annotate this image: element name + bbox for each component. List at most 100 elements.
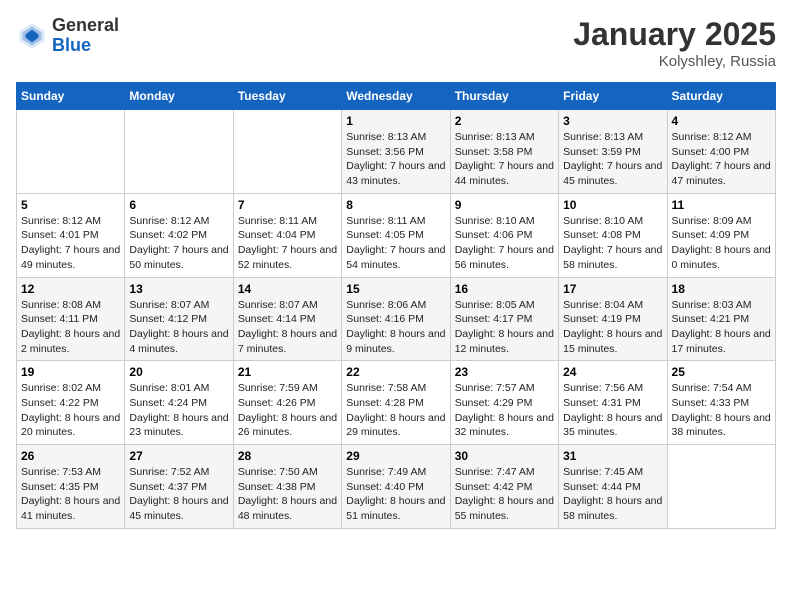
calendar-week-1: 1 Sunrise: 8:13 AM Sunset: 3:56 PM Daylig…: [17, 110, 776, 194]
day-info: Sunrise: 8:12 AM Sunset: 4:02 PM Dayligh…: [129, 214, 228, 273]
calendar-cell: 14Sunrise: 8:07 AM Sunset: 4:14 PM Dayli…: [233, 277, 341, 361]
day-info: Sunrise: 8:13 AM Sunset: 3:58 PM Dayligh…: [455, 130, 554, 189]
day-number: 4: [672, 114, 771, 128]
calendar-cell: 11 Sunrise: 8:09 AM Sunset: 4:09 PM Dayli…: [667, 193, 775, 277]
day-number: 23: [455, 365, 554, 379]
day-number: 21: [238, 365, 337, 379]
day-info: Sunrise: 8:10 AM Sunset: 4:08 PM Dayligh…: [563, 214, 662, 273]
day-number: 18: [672, 282, 771, 296]
day-number: 7: [238, 198, 337, 212]
location: Kolyshley, Russia: [573, 53, 776, 70]
calendar-cell: 25Sunrise: 7:54 AM Sunset: 4:33 PM Dayli…: [667, 361, 775, 445]
calendar-cell: 1 Sunrise: 8:13 AM Sunset: 3:56 PM Daylig…: [342, 110, 450, 194]
calendar-header-friday: Friday: [559, 83, 667, 110]
logo: General Blue: [16, 16, 119, 56]
day-info: Sunrise: 7:54 AM Sunset: 4:33 PM Dayligh…: [672, 381, 771, 440]
day-number: 27: [129, 449, 228, 463]
day-number: 26: [21, 449, 120, 463]
day-info: Sunrise: 8:12 AM Sunset: 4:01 PM Dayligh…: [21, 214, 120, 273]
day-number: 8: [346, 198, 445, 212]
calendar-header-saturday: Saturday: [667, 83, 775, 110]
day-number: 19: [21, 365, 120, 379]
calendar-cell: [667, 445, 775, 529]
calendar-cell: 19 Sunrise: 8:02 AM Sunset: 4:22 PM Dayli…: [17, 361, 125, 445]
calendar-cell: 4Sunrise: 8:12 AM Sunset: 4:00 PM Daylig…: [667, 110, 775, 194]
day-info: Sunrise: 8:09 AM Sunset: 4:09 PM Dayligh…: [672, 214, 771, 273]
day-number: 16: [455, 282, 554, 296]
calendar-cell: 30 Sunrise: 7:47 AM Sunset: 4:42 PM Dayli…: [450, 445, 558, 529]
day-info: Sunrise: 8:08 AM Sunset: 4:11 PM Dayligh…: [21, 298, 120, 357]
day-number: 13: [129, 282, 228, 296]
calendar-cell: 13 Sunrise: 8:07 AM Sunset: 4:12 PM Dayli…: [125, 277, 233, 361]
calendar-cell: 8 Sunrise: 8:11 AM Sunset: 4:05 PM Daylig…: [342, 193, 450, 277]
title-block: January 2025 Kolyshley, Russia: [573, 16, 776, 70]
day-number: 10: [563, 198, 662, 212]
logo-general-text: General: [52, 16, 119, 36]
day-info: Sunrise: 8:04 AM Sunset: 4:19 PM Dayligh…: [563, 298, 662, 357]
day-info: Sunrise: 7:53 AM Sunset: 4:35 PM Dayligh…: [21, 465, 120, 524]
calendar-week-4: 19 Sunrise: 8:02 AM Sunset: 4:22 PM Dayli…: [17, 361, 776, 445]
day-info: Sunrise: 7:52 AM Sunset: 4:37 PM Dayligh…: [129, 465, 228, 524]
day-number: 11: [672, 198, 771, 212]
calendar-cell: 6Sunrise: 8:12 AM Sunset: 4:02 PM Daylig…: [125, 193, 233, 277]
logo-text: General Blue: [52, 16, 119, 56]
calendar-cell: [17, 110, 125, 194]
calendar-header-tuesday: Tuesday: [233, 83, 341, 110]
calendar-week-3: 12 Sunrise: 8:08 AM Sunset: 4:11 PM Dayli…: [17, 277, 776, 361]
day-info: Sunrise: 7:50 AM Sunset: 4:38 PM Dayligh…: [238, 465, 337, 524]
calendar-cell: 24 Sunrise: 7:56 AM Sunset: 4:31 PM Dayli…: [559, 361, 667, 445]
calendar-cell: 15Sunrise: 8:06 AM Sunset: 4:16 PM Dayli…: [342, 277, 450, 361]
calendar-header-sunday: Sunday: [17, 83, 125, 110]
calendar-cell: 18Sunrise: 8:03 AM Sunset: 4:21 PM Dayli…: [667, 277, 775, 361]
month-title: January 2025: [573, 16, 776, 53]
day-info: Sunrise: 7:56 AM Sunset: 4:31 PM Dayligh…: [563, 381, 662, 440]
day-number: 30: [455, 449, 554, 463]
calendar-cell: 29 Sunrise: 7:49 AM Sunset: 4:40 PM Dayli…: [342, 445, 450, 529]
day-number: 22: [346, 365, 445, 379]
day-info: Sunrise: 7:49 AM Sunset: 4:40 PM Dayligh…: [346, 465, 445, 524]
calendar-cell: 26 Sunrise: 7:53 AM Sunset: 4:35 PM Dayli…: [17, 445, 125, 529]
day-number: 1: [346, 114, 445, 128]
day-number: 31: [563, 449, 662, 463]
calendar-cell: 27 Sunrise: 7:52 AM Sunset: 4:37 PM Dayli…: [125, 445, 233, 529]
calendar-header-monday: Monday: [125, 83, 233, 110]
day-info: Sunrise: 7:45 AM Sunset: 4:44 PM Dayligh…: [563, 465, 662, 524]
calendar-cell: 12 Sunrise: 8:08 AM Sunset: 4:11 PM Dayli…: [17, 277, 125, 361]
page-header: General Blue January 2025 Kolyshley, Rus…: [16, 16, 776, 70]
calendar-cell: [233, 110, 341, 194]
logo-blue-text: Blue: [52, 36, 119, 56]
day-info: Sunrise: 7:59 AM Sunset: 4:26 PM Dayligh…: [238, 381, 337, 440]
calendar-cell: 7 Sunrise: 8:11 AM Sunset: 4:04 PM Daylig…: [233, 193, 341, 277]
logo-icon: [16, 20, 48, 52]
calendar-week-5: 26 Sunrise: 7:53 AM Sunset: 4:35 PM Dayli…: [17, 445, 776, 529]
calendar-table: SundayMondayTuesdayWednesdayThursdayFrid…: [16, 82, 776, 529]
day-info: Sunrise: 8:11 AM Sunset: 4:05 PM Dayligh…: [346, 214, 445, 273]
day-info: Sunrise: 8:13 AM Sunset: 3:56 PM Dayligh…: [346, 130, 445, 189]
day-info: Sunrise: 8:11 AM Sunset: 4:04 PM Dayligh…: [238, 214, 337, 273]
day-number: 3: [563, 114, 662, 128]
calendar-cell: 10 Sunrise: 8:10 AM Sunset: 4:08 PM Dayli…: [559, 193, 667, 277]
day-number: 28: [238, 449, 337, 463]
calendar-cell: 17Sunrise: 8:04 AM Sunset: 4:19 PM Dayli…: [559, 277, 667, 361]
day-info: Sunrise: 7:57 AM Sunset: 4:29 PM Dayligh…: [455, 381, 554, 440]
day-number: 24: [563, 365, 662, 379]
day-info: Sunrise: 8:13 AM Sunset: 3:59 PM Dayligh…: [563, 130, 662, 189]
calendar-header-row: SundayMondayTuesdayWednesdayThursdayFrid…: [17, 83, 776, 110]
day-info: Sunrise: 8:01 AM Sunset: 4:24 PM Dayligh…: [129, 381, 228, 440]
calendar-header-thursday: Thursday: [450, 83, 558, 110]
calendar-cell: 20 Sunrise: 8:01 AM Sunset: 4:24 PM Dayli…: [125, 361, 233, 445]
day-number: 29: [346, 449, 445, 463]
calendar-cell: 9Sunrise: 8:10 AM Sunset: 4:06 PM Daylig…: [450, 193, 558, 277]
day-info: Sunrise: 8:07 AM Sunset: 4:12 PM Dayligh…: [129, 298, 228, 357]
calendar-cell: 5Sunrise: 8:12 AM Sunset: 4:01 PM Daylig…: [17, 193, 125, 277]
day-info: Sunrise: 8:06 AM Sunset: 4:16 PM Dayligh…: [346, 298, 445, 357]
day-number: 2: [455, 114, 554, 128]
day-info: Sunrise: 8:02 AM Sunset: 4:22 PM Dayligh…: [21, 381, 120, 440]
day-number: 20: [129, 365, 228, 379]
calendar-cell: 28 Sunrise: 7:50 AM Sunset: 4:38 PM Dayli…: [233, 445, 341, 529]
calendar-week-2: 5Sunrise: 8:12 AM Sunset: 4:01 PM Daylig…: [17, 193, 776, 277]
calendar-cell: 2 Sunrise: 8:13 AM Sunset: 3:58 PM Daylig…: [450, 110, 558, 194]
day-number: 12: [21, 282, 120, 296]
day-info: Sunrise: 7:47 AM Sunset: 4:42 PM Dayligh…: [455, 465, 554, 524]
day-info: Sunrise: 7:58 AM Sunset: 4:28 PM Dayligh…: [346, 381, 445, 440]
